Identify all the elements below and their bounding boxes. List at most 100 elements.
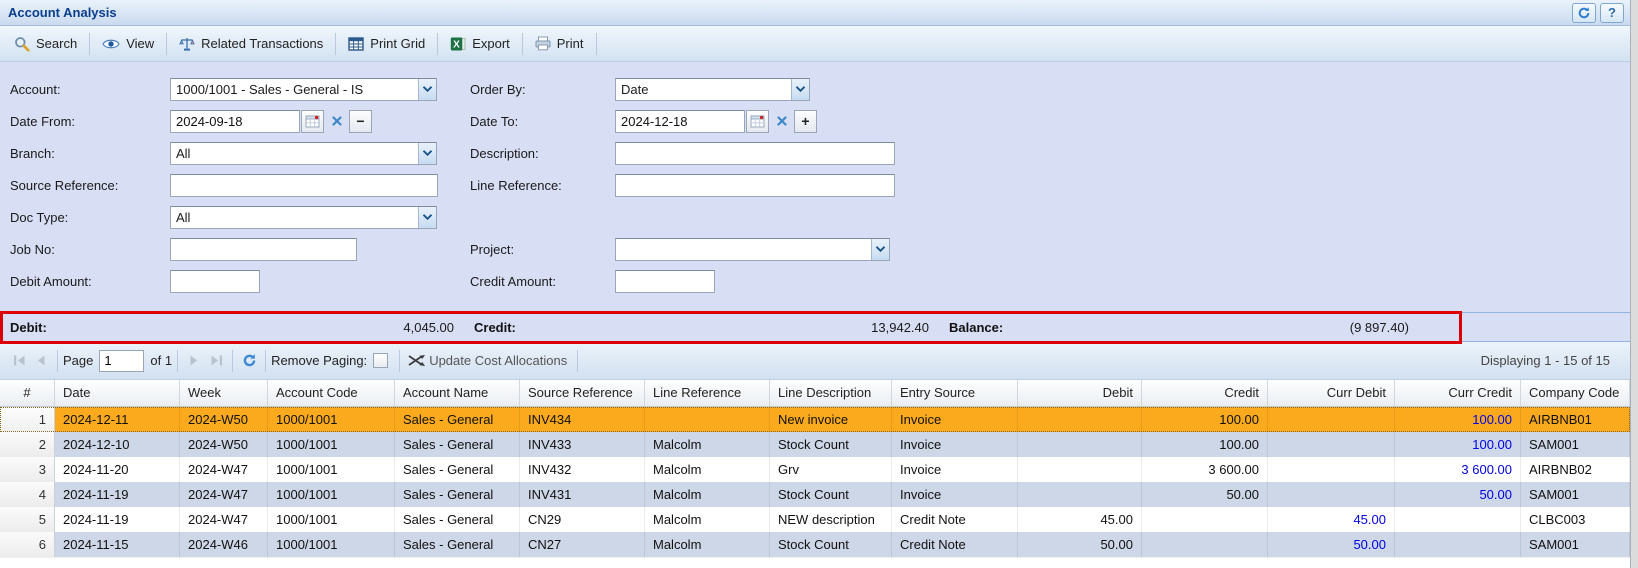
cell-account_name[interactable]: Sales - General: [395, 407, 520, 432]
chevron-down-icon[interactable]: [418, 79, 436, 100]
cell-line_reference[interactable]: Malcolm: [645, 507, 770, 532]
export-button[interactable]: X Export: [442, 32, 518, 56]
column-header-week[interactable]: Week: [180, 380, 268, 406]
cell-curr_credit[interactable]: [1395, 507, 1521, 532]
column-header-account_name[interactable]: Account Name: [395, 380, 520, 406]
first-page-button[interactable]: [8, 350, 30, 372]
cell-date[interactable]: 2024-11-19: [55, 482, 180, 507]
cell-date[interactable]: 2024-12-11: [55, 407, 180, 432]
cell-week[interactable]: 2024-W47: [180, 482, 268, 507]
cell-week[interactable]: 2024-W47: [180, 507, 268, 532]
cell-num[interactable]: 1: [0, 407, 55, 432]
table-row[interactable]: 22024-12-102024-W501000/1001Sales - Gene…: [0, 432, 1630, 457]
update-cost-allocations-button[interactable]: [405, 350, 429, 372]
column-header-curr_debit[interactable]: Curr Debit: [1268, 380, 1395, 406]
credit-amount-input[interactable]: [615, 270, 715, 293]
cell-source_reference[interactable]: CN29: [520, 507, 645, 532]
cell-entry_source[interactable]: Credit Note: [892, 532, 1018, 557]
cell-source_reference[interactable]: CN27: [520, 532, 645, 557]
cell-debit[interactable]: [1018, 482, 1142, 507]
cell-entry_source[interactable]: Invoice: [892, 432, 1018, 457]
column-header-entry_source[interactable]: Entry Source: [892, 380, 1018, 406]
cell-date[interactable]: 2024-12-10: [55, 432, 180, 457]
cell-line_reference[interactable]: Malcolm: [645, 457, 770, 482]
cell-credit[interactable]: [1142, 507, 1268, 532]
cell-line_description[interactable]: Stock Count: [770, 432, 892, 457]
cell-entry_source[interactable]: Invoice: [892, 482, 1018, 507]
column-header-credit[interactable]: Credit: [1142, 380, 1268, 406]
cell-date[interactable]: 2024-11-20: [55, 457, 180, 482]
cell-num[interactable]: 4: [0, 482, 55, 507]
remove-paging-checkbox[interactable]: [373, 353, 388, 368]
date-from-calendar-button[interactable]: [301, 110, 324, 133]
update-cost-allocations-label[interactable]: Update Cost Allocations: [429, 353, 567, 368]
line-reference-input[interactable]: [615, 174, 895, 197]
cell-company_code[interactable]: SAM001: [1521, 432, 1630, 457]
cell-num[interactable]: 2: [0, 432, 55, 457]
cell-num[interactable]: 5: [0, 507, 55, 532]
print-button[interactable]: Print: [527, 32, 592, 55]
table-row[interactable]: 62024-11-152024-W461000/1001Sales - Gene…: [0, 532, 1630, 557]
column-header-line_reference[interactable]: Line Reference: [645, 380, 770, 406]
cell-entry_source[interactable]: Invoice: [892, 407, 1018, 432]
cell-account_name[interactable]: Sales - General: [395, 532, 520, 557]
cell-credit[interactable]: 3 600.00: [1142, 457, 1268, 482]
date-from-input[interactable]: [170, 110, 300, 133]
cell-line_reference[interactable]: Malcolm: [645, 432, 770, 457]
cell-line_reference[interactable]: [645, 407, 770, 432]
source-reference-input[interactable]: [170, 174, 438, 197]
table-row[interactable]: 12024-12-112024-W501000/1001Sales - Gene…: [0, 407, 1630, 432]
doc-type-combo[interactable]: All: [170, 206, 437, 229]
cell-entry_source[interactable]: Credit Note: [892, 507, 1018, 532]
order-by-combo[interactable]: Date: [615, 78, 810, 101]
cell-num[interactable]: 3: [0, 457, 55, 482]
cell-week[interactable]: 2024-W50: [180, 432, 268, 457]
cell-curr_credit[interactable]: 50.00: [1395, 482, 1521, 507]
cell-entry_source[interactable]: Invoice: [892, 457, 1018, 482]
related-transactions-button[interactable]: Related Transactions: [171, 32, 331, 56]
cell-debit[interactable]: [1018, 432, 1142, 457]
cell-line_description[interactable]: New invoice: [770, 407, 892, 432]
cell-curr_debit[interactable]: [1268, 482, 1395, 507]
cell-source_reference[interactable]: INV434: [520, 407, 645, 432]
date-from-clear-button[interactable]: [325, 110, 348, 133]
cell-account_code[interactable]: 1000/1001: [268, 432, 395, 457]
column-header-num[interactable]: #: [0, 380, 55, 406]
cell-company_code[interactable]: CLBC003: [1521, 507, 1630, 532]
cell-source_reference[interactable]: INV432: [520, 457, 645, 482]
cell-week[interactable]: 2024-W47: [180, 457, 268, 482]
table-row[interactable]: 42024-11-192024-W471000/1001Sales - Gene…: [0, 482, 1630, 507]
cell-company_code[interactable]: AIRBNB02: [1521, 457, 1630, 482]
cell-source_reference[interactable]: INV431: [520, 482, 645, 507]
cell-company_code[interactable]: SAM001: [1521, 482, 1630, 507]
date-to-input[interactable]: [615, 110, 745, 133]
cell-credit[interactable]: 50.00: [1142, 482, 1268, 507]
cell-credit[interactable]: 100.00: [1142, 432, 1268, 457]
branch-combo[interactable]: All: [170, 142, 437, 165]
cell-line_reference[interactable]: Malcolm: [645, 482, 770, 507]
account-combo[interactable]: 1000/1001 - Sales - General - IS: [170, 78, 437, 101]
cell-account_code[interactable]: 1000/1001: [268, 482, 395, 507]
cell-curr_debit[interactable]: [1268, 457, 1395, 482]
refresh-button[interactable]: [1572, 3, 1596, 23]
cell-account_code[interactable]: 1000/1001: [268, 507, 395, 532]
cell-line_description[interactable]: Stock Count: [770, 532, 892, 557]
column-header-source_reference[interactable]: Source Reference: [520, 380, 645, 406]
column-header-debit[interactable]: Debit: [1018, 380, 1142, 406]
print-grid-button[interactable]: Print Grid: [340, 32, 433, 55]
cell-credit[interactable]: [1142, 532, 1268, 557]
column-header-company_code[interactable]: Company Code: [1521, 380, 1630, 406]
cell-line_description[interactable]: Grv: [770, 457, 892, 482]
cell-debit[interactable]: 50.00: [1018, 532, 1142, 557]
cell-date[interactable]: 2024-11-19: [55, 507, 180, 532]
chevron-down-icon[interactable]: [418, 143, 436, 164]
cell-account_name[interactable]: Sales - General: [395, 507, 520, 532]
cell-week[interactable]: 2024-W46: [180, 532, 268, 557]
cell-credit[interactable]: 100.00: [1142, 407, 1268, 432]
search-button[interactable]: Search: [6, 32, 85, 56]
cell-curr_credit[interactable]: 100.00: [1395, 407, 1521, 432]
cell-company_code[interactable]: SAM001: [1521, 532, 1630, 557]
cell-curr_debit[interactable]: [1268, 407, 1395, 432]
column-header-curr_credit[interactable]: Curr Credit: [1395, 380, 1521, 406]
pager-refresh-button[interactable]: [238, 350, 260, 372]
